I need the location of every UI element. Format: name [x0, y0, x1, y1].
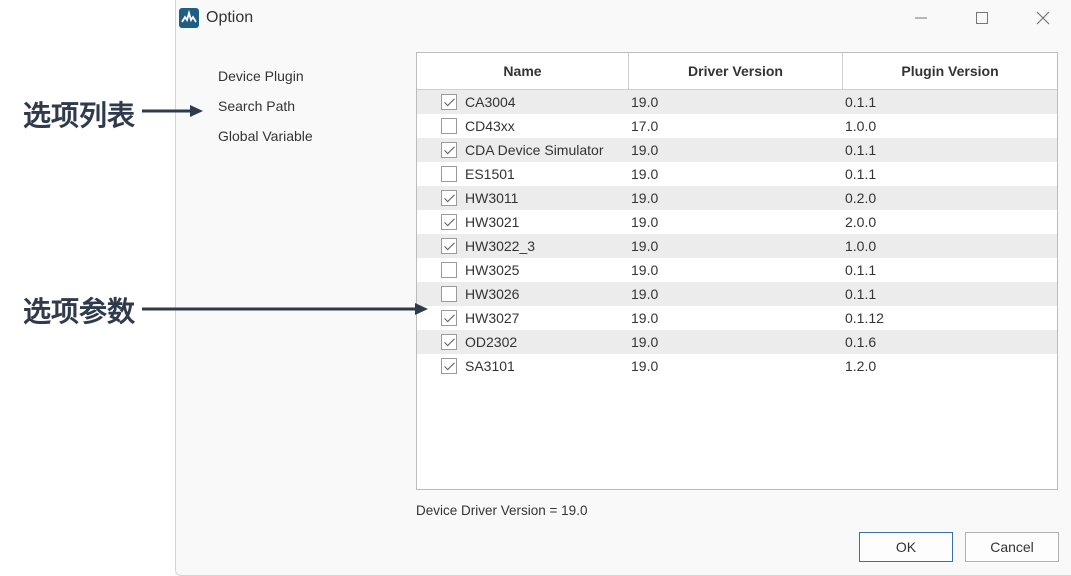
plugin-name: OD2302: [465, 334, 518, 350]
table-row[interactable]: HW3025 19.0 0.1.1: [417, 258, 1057, 282]
plugin-enable-checkbox[interactable]: [441, 358, 457, 374]
cell-name: HW3026: [417, 286, 629, 302]
plugin-name: HW3011: [465, 190, 519, 206]
window-title: Option: [206, 9, 254, 26]
plugin-enable-checkbox[interactable]: [441, 334, 457, 350]
cell-plugin-version: 0.1.1: [845, 166, 877, 182]
table-body: CA3004 19.0 0.1.1 CD43xx 17.0 1.0.0 CDA Device…: [417, 90, 1057, 378]
plugin-enable-checkbox[interactable]: [441, 142, 457, 158]
option-item-search-path[interactable]: Search Path: [218, 96, 313, 126]
device-driver-version-text: Device Driver Version = 19.0: [416, 503, 588, 518]
table-row[interactable]: HW3026 19.0 0.1.1: [417, 282, 1057, 306]
cell-name: HW3022_3: [417, 238, 629, 254]
cell-driver-version: 19.0: [631, 310, 659, 326]
cell-name: SA3101: [417, 358, 629, 374]
cell-name: HW3011: [417, 190, 629, 206]
cell-plugin-version: 0.1.12: [845, 310, 884, 326]
table-row[interactable]: CD43xx 17.0 1.0.0: [417, 114, 1057, 138]
app-logo-icon: [179, 8, 199, 28]
table-row[interactable]: HW3027 19.0 0.1.12: [417, 306, 1057, 330]
plugin-name: HW3026: [465, 286, 520, 302]
plugin-table: Name Driver Version Plugin Version CA300…: [416, 52, 1058, 490]
cell-plugin-version: 0.1.1: [845, 262, 877, 278]
column-header-driver-version[interactable]: Driver Version: [629, 53, 843, 89]
option-dialog: Option Device Plugin Search Path Global …: [175, 0, 1071, 576]
annotation-options-list-label: 选项列表: [23, 99, 136, 132]
close-icon[interactable]: [1028, 6, 1058, 30]
annotation-options-params-label: 选项参数: [23, 295, 136, 328]
cell-driver-version: 19.0: [631, 166, 659, 182]
minimize-icon[interactable]: [906, 6, 936, 30]
plugin-name: HW3027: [465, 310, 520, 326]
cell-driver-version: 19.0: [631, 94, 659, 110]
table-row[interactable]: HW3011 19.0 0.2.0: [417, 186, 1057, 210]
plugin-name: SA3101: [465, 358, 515, 374]
plugin-name: HW3021: [465, 214, 520, 230]
cell-plugin-version: 0.1.1: [845, 286, 877, 302]
cell-driver-version: 19.0: [631, 142, 659, 158]
table-row[interactable]: OD2302 19.0 0.1.6: [417, 330, 1057, 354]
plugin-enable-checkbox[interactable]: [441, 166, 457, 182]
table-row[interactable]: SA3101 19.0 1.2.0: [417, 354, 1057, 378]
cell-name: CA3004: [417, 94, 629, 110]
cell-name: ES1501: [417, 166, 629, 182]
cell-plugin-version: 0.1.6: [845, 334, 877, 350]
cell-driver-version: 19.0: [631, 190, 659, 206]
plugin-name: HW3022_3: [465, 238, 536, 254]
table-row[interactable]: ES1501 19.0 0.1.1: [417, 162, 1057, 186]
cell-name: HW3021: [417, 214, 629, 230]
plugin-enable-checkbox[interactable]: [441, 118, 457, 134]
cell-plugin-version: 1.0.0: [845, 238, 877, 254]
cell-plugin-version: 1.0.0: [845, 118, 877, 134]
plugin-enable-checkbox[interactable]: [441, 190, 457, 206]
cell-name: HW3025: [417, 262, 629, 278]
plugin-name: CA3004: [465, 94, 516, 110]
cell-name: CD43xx: [417, 118, 629, 134]
plugin-enable-checkbox[interactable]: [441, 262, 457, 278]
options-list: Device Plugin Search Path Global Variabl…: [218, 66, 313, 156]
table-header: Name Driver Version Plugin Version: [417, 53, 1057, 90]
column-header-plugin-version[interactable]: Plugin Version: [843, 53, 1057, 89]
plugin-enable-checkbox[interactable]: [441, 310, 457, 326]
plugin-name: CDA Device Simulator: [465, 142, 604, 158]
table-row[interactable]: CDA Device Simulator 19.0 0.1.1: [417, 138, 1057, 162]
option-item-global-variable[interactable]: Global Variable: [218, 126, 313, 156]
table-row[interactable]: CA3004 19.0 0.1.1: [417, 90, 1057, 114]
cell-driver-version: 19.0: [631, 334, 659, 350]
plugin-enable-checkbox[interactable]: [441, 214, 457, 230]
option-item-device-plugin[interactable]: Device Plugin: [218, 66, 313, 96]
cell-name: OD2302: [417, 334, 629, 350]
cancel-button[interactable]: Cancel: [965, 532, 1059, 562]
table-row[interactable]: HW3021 19.0 2.0.0: [417, 210, 1057, 234]
cell-plugin-version: 0.1.1: [845, 94, 877, 110]
cell-driver-version: 17.0: [631, 118, 659, 134]
plugin-enable-checkbox[interactable]: [441, 94, 457, 110]
cell-driver-version: 19.0: [631, 262, 659, 278]
cell-driver-version: 19.0: [631, 286, 659, 302]
table-row[interactable]: HW3022_3 19.0 1.0.0: [417, 234, 1057, 258]
plugin-enable-checkbox[interactable]: [441, 286, 457, 302]
cell-plugin-version: 1.2.0: [845, 358, 877, 374]
plugin-name: CD43xx: [465, 118, 515, 134]
cell-plugin-version: 0.1.1: [845, 142, 877, 158]
maximize-icon[interactable]: [967, 6, 997, 30]
cell-plugin-version: 2.0.0: [845, 214, 877, 230]
plugin-name: ES1501: [465, 166, 515, 182]
plugin-name: HW3025: [465, 262, 520, 278]
cell-name: CDA Device Simulator: [417, 142, 629, 158]
cell-plugin-version: 0.2.0: [845, 190, 877, 206]
column-header-name[interactable]: Name: [417, 53, 629, 89]
plugin-enable-checkbox[interactable]: [441, 238, 457, 254]
title-bar[interactable]: Option: [176, 0, 1071, 38]
cell-name: HW3027: [417, 310, 629, 326]
cell-driver-version: 19.0: [631, 214, 659, 230]
cell-driver-version: 19.0: [631, 358, 659, 374]
cell-driver-version: 19.0: [631, 238, 659, 254]
ok-button[interactable]: OK: [859, 532, 953, 562]
